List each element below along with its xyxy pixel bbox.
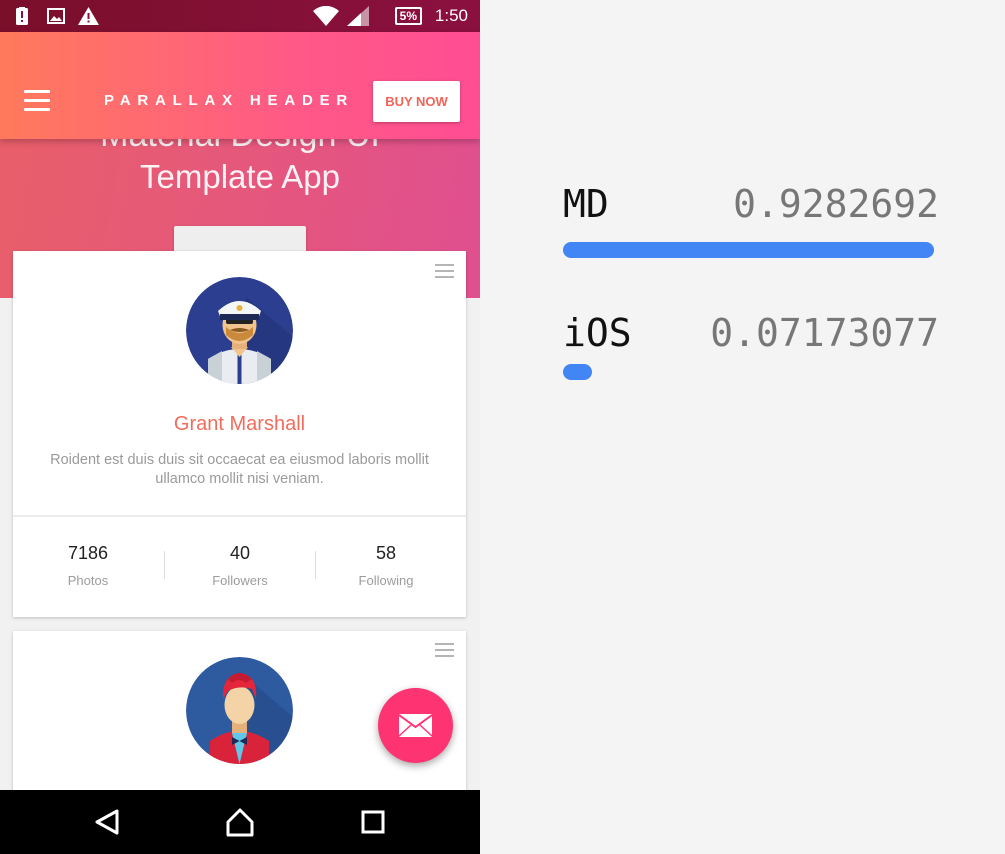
metric-bar-ios (563, 364, 592, 380)
navigation-bar (0, 790, 480, 854)
stat-label: Followers (212, 573, 268, 588)
profile-card: Grant Marshall Roident est duis duis sit… (13, 251, 466, 617)
signal-icon (347, 0, 369, 32)
mail-fab-button[interactable] (378, 688, 453, 763)
metric-label-ios: iOS (563, 311, 632, 355)
buy-now-button[interactable]: BUY NOW (373, 81, 460, 122)
back-icon[interactable] (88, 804, 128, 840)
captain-avatar (186, 277, 293, 384)
image-icon (47, 0, 65, 32)
app-toolbar: PARALLAX HEADER BUY NOW (0, 32, 480, 139)
clock: 1:50 (434, 6, 468, 25)
card-menu-icon[interactable] (435, 264, 454, 278)
home-icon[interactable] (220, 804, 260, 840)
stat-following[interactable]: 58 Following (311, 543, 461, 588)
card-divider (13, 515, 466, 517)
toolbar-title: PARALLAX HEADER (104, 92, 355, 109)
profile-bio: Roident est duis duis sit occaecat ea ei… (50, 452, 429, 487)
metric-value-ios: 0.07173077 (710, 311, 939, 355)
menu-icon[interactable] (24, 90, 52, 112)
stat-value: 40 (229, 543, 251, 563)
card-menu-icon[interactable] (435, 643, 454, 657)
battery-indicator: 5% (394, 0, 422, 32)
phone-screen: Material Design UI Template App FOLLOW 5… (0, 0, 480, 854)
stat-label: Photos (67, 573, 109, 588)
battery-level: 5% (394, 7, 422, 25)
recents-icon[interactable] (353, 804, 393, 840)
metric-value-md: 0.9282692 (733, 182, 939, 226)
battery-alert-icon (16, 0, 28, 32)
stat-followers[interactable]: 40 Followers (165, 543, 315, 588)
stat-label: Following (358, 573, 414, 588)
warning-icon (78, 0, 99, 32)
wifi-icon (313, 0, 339, 32)
metric-label-md: MD (563, 182, 609, 226)
metric-bar-md (563, 242, 934, 258)
red-hair-avatar (186, 657, 293, 764)
status-bar: 5% 1:50 (0, 0, 480, 32)
stat-value: 58 (375, 543, 397, 563)
profile-name: Grant Marshall (173, 413, 306, 435)
mail-icon (398, 714, 433, 737)
stat-value: 7186 (67, 543, 109, 563)
stat-photos[interactable]: 7186 Photos (13, 543, 163, 588)
hero-title-line2: Template App (140, 158, 340, 195)
